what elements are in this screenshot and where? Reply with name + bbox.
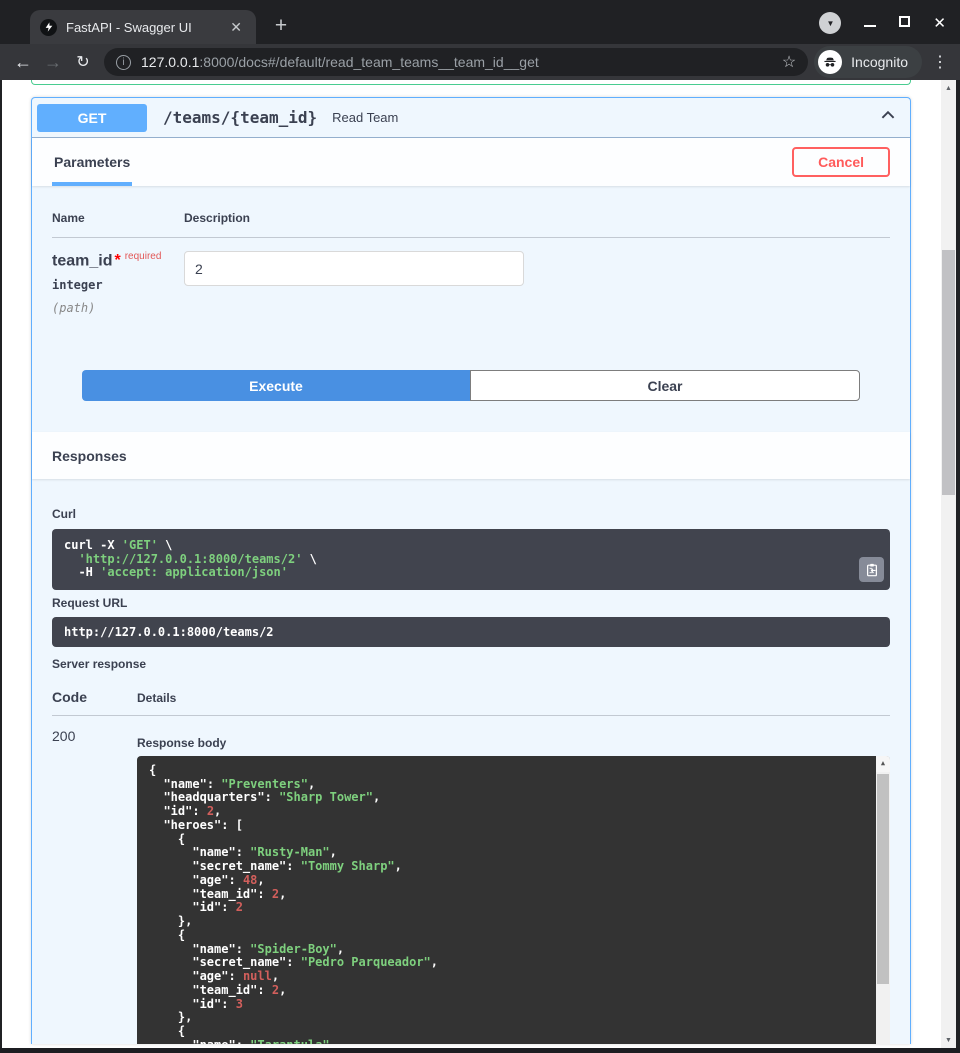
parameters-body: Name Description team_id*required intege…	[32, 186, 910, 401]
response-scrollbar-thumb[interactable]	[877, 774, 889, 984]
response-body-title: Response body	[137, 736, 890, 750]
browser-window: FastAPI - Swagger UI ✕ + ▼ ✕ ← → ↻ i 127…	[0, 0, 960, 1053]
parameter-value-cell	[184, 251, 524, 315]
execute-button[interactable]: Execute	[82, 370, 470, 401]
response-body-scrollbar[interactable]: ▲	[876, 756, 890, 1044]
address-bar[interactable]: i 127.0.0.1:8000/docs#/default/read_team…	[104, 48, 808, 76]
status-code: 200	[52, 728, 137, 1044]
team-id-input[interactable]	[184, 251, 524, 286]
close-window-button[interactable]: ✕	[933, 16, 946, 31]
parameters-section-header: Parameters Cancel	[32, 138, 910, 186]
incognito-badge: Incognito	[814, 46, 922, 78]
responses-section-header: Responses	[32, 432, 910, 479]
server-response-title: Server response	[52, 657, 890, 671]
forward-button[interactable]: →	[38, 52, 68, 73]
required-asterisk: *	[114, 252, 120, 269]
request-url-title: Request URL	[52, 596, 890, 610]
parameter-location: (path)	[52, 301, 184, 315]
fastapi-favicon-icon	[40, 19, 57, 36]
window-left-edge	[0, 80, 2, 1053]
minimize-button[interactable]	[864, 14, 876, 32]
operation-path: /teams/{team_id}	[163, 108, 317, 127]
response-details-cell: Response body { "name": "Preventers", "h…	[137, 728, 890, 1044]
url-path: :8000/docs#/default/read_team_teams__tea…	[199, 54, 538, 70]
page-info-icon[interactable]: i	[116, 55, 131, 70]
window-controls: ▼ ✕	[819, 11, 946, 35]
scroll-up-arrow-icon[interactable]: ▲	[941, 80, 956, 96]
bookmark-star-icon[interactable]: ☆	[782, 52, 796, 72]
previous-operation-block-edge	[31, 80, 911, 85]
navigation-bar: ← → ↻ i 127.0.0.1:8000/docs#/default/rea…	[0, 44, 960, 80]
copy-to-clipboard-button[interactable]	[859, 557, 884, 582]
request-url-block: http://127.0.0.1:8000/teams/2	[52, 617, 890, 647]
tab-close-icon[interactable]: ✕	[226, 18, 246, 36]
maximize-icon	[899, 16, 910, 27]
window-right-edge	[956, 80, 960, 1053]
responses-body: Curl curl -X 'GET' \ 'http://127.0.0.1:8…	[32, 479, 910, 1044]
response-table-divider	[52, 715, 890, 716]
response-table-header: Code Details	[52, 689, 890, 705]
incognito-label: Incognito	[851, 54, 908, 70]
tab-parameters[interactable]: Parameters	[52, 138, 132, 186]
minimize-icon	[864, 25, 876, 27]
browser-tab[interactable]: FastAPI - Swagger UI ✕	[30, 10, 256, 44]
back-button[interactable]: ←	[8, 52, 38, 73]
url-host: 127.0.0.1	[141, 54, 199, 70]
details-column-header: Details	[137, 691, 176, 705]
operation-header[interactable]: GET /teams/{team_id} Read Team	[32, 98, 910, 138]
parameter-type: integer	[52, 278, 184, 292]
reload-button[interactable]: ↻	[68, 52, 98, 72]
maximize-button[interactable]	[899, 14, 910, 32]
tab-bar: FastAPI - Swagger UI ✕ + ▼ ✕	[0, 0, 960, 44]
execute-wrapper: Execute Clear	[52, 370, 890, 401]
parameter-row: team_id*required integer (path)	[52, 238, 890, 315]
curl-block: curl -X 'GET' \ 'http://127.0.0.1:8000/t…	[52, 529, 890, 590]
name-column-header: Name	[52, 211, 184, 225]
response-row: 200 Response body { "name": "Preventers"…	[52, 728, 890, 1044]
curl-code: curl -X 'GET' \ 'http://127.0.0.1:8000/t…	[64, 539, 846, 580]
description-column-header: Description	[184, 211, 250, 225]
get-operation-block: GET /teams/{team_id} Read Team Parameter…	[31, 97, 911, 1044]
responses-title: Responses	[52, 448, 127, 464]
browser-menu-button[interactable]: ⋮	[932, 52, 948, 72]
main-scrollbar[interactable]: ▲ ▼	[941, 80, 956, 1053]
clear-button[interactable]: Clear	[470, 370, 860, 401]
collapse-chevron-icon[interactable]	[880, 107, 896, 128]
window-indicator-icon[interactable]: ▼	[819, 12, 841, 34]
tab-title: FastAPI - Swagger UI	[66, 20, 226, 35]
main-scrollbar-thumb[interactable]	[942, 250, 955, 495]
operation-summary: Read Team	[332, 110, 880, 125]
incognito-icon	[818, 50, 842, 74]
parameter-name: team_id*required	[52, 251, 184, 270]
window-bottom-edge	[0, 1048, 960, 1053]
page-content: GET /teams/{team_id} Read Team Parameter…	[0, 80, 960, 1053]
scroll-down-arrow-icon[interactable]: ▼	[941, 1032, 956, 1048]
method-badge: GET	[37, 104, 147, 132]
new-tab-button[interactable]: +	[268, 14, 294, 38]
url-text: 127.0.0.1:8000/docs#/default/read_team_t…	[141, 54, 774, 70]
curl-title: Curl	[52, 507, 890, 521]
response-body-block: { "name": "Preventers", "headquarters": …	[137, 756, 890, 1044]
parameter-meta: team_id*required integer (path)	[52, 251, 184, 315]
scroll-up-arrow-icon[interactable]: ▲	[876, 756, 890, 772]
swagger-page: GET /teams/{team_id} Read Team Parameter…	[2, 80, 939, 1053]
code-column-header: Code	[52, 689, 137, 705]
response-body-code: { "name": "Preventers", "headquarters": …	[149, 764, 864, 1044]
cancel-button[interactable]: Cancel	[792, 147, 890, 177]
parameters-table-header: Name Description	[52, 211, 890, 238]
required-label: required	[125, 251, 162, 262]
